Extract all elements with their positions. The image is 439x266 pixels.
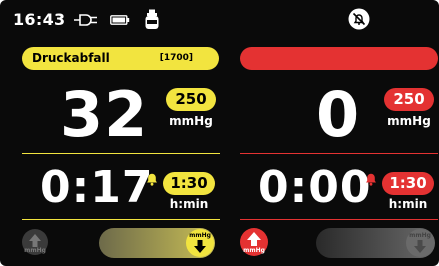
pressure-unit: mmHg [169,114,213,128]
timer-setpoint-button[interactable]: 1:30 [382,172,434,195]
divider [22,153,220,154]
timer-unit: h:min [388,197,428,211]
button-unit: mmHg [243,247,265,254]
pressure-readout: 0 [316,78,361,151]
button-unit: mmHg [24,247,46,254]
bell-icon [147,173,157,186]
alarm-label: Druckabfall [32,51,110,65]
deflate-slider[interactable]: mmHg [316,228,435,258]
plug-icon [74,14,97,26]
battery-icon [110,15,130,25]
arrow-down-icon [414,240,426,253]
divider [22,219,220,220]
timer-setpoint-button[interactable]: 1:30 [163,172,215,195]
bell-muted-icon[interactable] [348,8,370,30]
timer-readout: 0:17 [40,162,154,213]
divider [240,219,438,220]
bell-icon [366,173,376,186]
divider [240,153,438,154]
pressure-unit: mmHg [387,114,431,128]
timer-readout: 0:00 [258,162,372,213]
deflate-slider-knob[interactable]: mmHg [186,229,214,257]
pressure-setpoint-button[interactable]: 250 [384,88,434,111]
deflate-slider-knob[interactable]: mmHg [406,229,434,257]
alarm-label-bar [240,47,438,70]
arrow-down-icon [194,240,206,253]
device-screen: 16:43 Druckabfall [1700] 32 250 mmHg 0:1… [0,0,439,266]
pressure-readout: 32 [60,78,149,151]
alarm-code: [1700] [159,53,193,63]
inflate-button-disabled[interactable]: mmHg [22,229,48,255]
timer-unit: h:min [169,197,209,211]
bottle-icon [145,9,159,29]
pressure-setpoint-button[interactable]: 250 [166,88,216,111]
inflate-button[interactable]: mmHg [240,228,268,256]
alarm-label-bar: Druckabfall [1700] [22,47,219,70]
clock: 16:43 [13,10,66,29]
status-bar: 16:43 [0,0,439,40]
deflate-slider[interactable]: mmHg [99,228,215,258]
